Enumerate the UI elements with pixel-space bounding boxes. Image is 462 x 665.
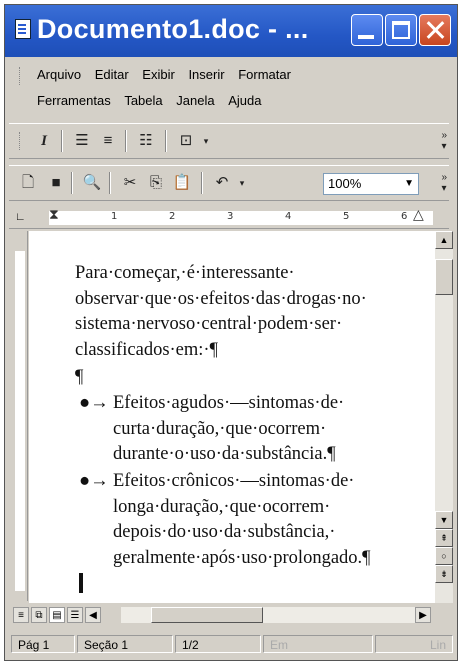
bullet-icon: ●→ bbox=[79, 393, 109, 413]
list-item-text[interactable]: Efeitos·crônicos·—sintomas·de· longa·dur… bbox=[79, 469, 435, 571]
list-item[interactable]: ●→ Efeitos·agudos·—sintomas·de· curta·du… bbox=[79, 391, 435, 468]
close-button[interactable] bbox=[419, 14, 451, 46]
zoom-value: 100% bbox=[328, 176, 362, 191]
indent-marker-icon[interactable]: ⧗ bbox=[49, 207, 59, 223]
right-indent-marker-icon[interactable]: △ bbox=[413, 207, 424, 223]
formatting-toolbar: I ☰ ≡ ☷ ⊡ ▾ » ▾ bbox=[9, 123, 449, 159]
vertical-ruler-scale[interactable] bbox=[15, 251, 25, 591]
horizontal-ruler: ∟ ⧗ 1 2 3 4 5 6 △ bbox=[9, 207, 449, 229]
new-document-icon[interactable]: 🗋 bbox=[17, 173, 39, 193]
outline-view-icon[interactable]: ☰ bbox=[67, 607, 83, 623]
standard-toolbar: 🗋 ■ 🔍 ✂ ⎘ 📋 ↶ ▾ 100% ▼ » ▾ bbox=[9, 165, 449, 201]
maximize-button[interactable] bbox=[385, 14, 417, 46]
menu-row-2: Ferramentas Tabela Janela Ajuda bbox=[37, 93, 271, 113]
borders-dropdown-icon[interactable]: ▾ bbox=[195, 131, 217, 151]
align-left-icon[interactable]: ☰ bbox=[71, 131, 93, 151]
scroll-down-icon[interactable]: ▼ bbox=[435, 511, 453, 529]
bullet-icon: ●→ bbox=[79, 471, 109, 491]
menu-editar[interactable]: Editar bbox=[95, 67, 129, 82]
menu-janela[interactable]: Janela bbox=[176, 93, 214, 108]
list-item-text[interactable]: Efeitos·agudos·—sintomas·de· curta·duraç… bbox=[79, 391, 435, 468]
italic-icon[interactable]: I bbox=[33, 131, 55, 151]
undo-icon[interactable]: ↶ bbox=[211, 173, 233, 193]
document-icon[interactable] bbox=[15, 19, 31, 39]
window-title: Documento1.doc - ... bbox=[37, 14, 309, 44]
menu-ferramentas[interactable]: Ferramentas bbox=[37, 93, 111, 108]
chevron-down-icon[interactable]: ▼ bbox=[404, 174, 414, 194]
vertical-scrollbar[interactable]: ▲ ▼ ⇞ ○ ⇟ bbox=[435, 231, 453, 603]
toolbar-separator bbox=[165, 130, 167, 152]
scroll-up-icon[interactable]: ▲ bbox=[435, 231, 453, 249]
undo-dropdown-icon[interactable]: ▾ bbox=[231, 173, 253, 193]
toolbar-grip-handle[interactable] bbox=[19, 132, 24, 150]
document-area[interactable]: Para·começar,·é·interessante· observar·q… bbox=[29, 231, 435, 603]
status-section: Seção 1 bbox=[77, 635, 173, 653]
menu-exibir[interactable]: Exibir bbox=[142, 67, 175, 82]
borders-icon[interactable]: ⊡ bbox=[175, 131, 197, 151]
ruler-mark: 1 bbox=[111, 211, 118, 222]
toolbar-separator bbox=[109, 172, 111, 194]
paragraph-text[interactable]: Para·começar,·é·interessante· observar·q… bbox=[75, 261, 435, 363]
ruler-mark: 4 bbox=[285, 211, 292, 222]
scroll-right-icon[interactable]: ▶ bbox=[415, 607, 431, 623]
print-preview-icon[interactable]: 🔍 bbox=[81, 173, 103, 193]
horizontal-scroll-thumb[interactable] bbox=[151, 607, 263, 623]
previous-page-icon[interactable]: ⇞ bbox=[435, 529, 453, 547]
web-view-icon[interactable]: ⧉ bbox=[31, 607, 47, 623]
align-right-icon[interactable]: ≡ bbox=[97, 131, 119, 151]
ruler-mark: 2 bbox=[169, 211, 176, 222]
status-line: Lin bbox=[375, 635, 453, 653]
status-position: Em bbox=[263, 635, 373, 653]
menu-bar: Arquivo Editar Exibir Inserir Formatar F… bbox=[9, 61, 449, 117]
ruler-scale[interactable]: ⧗ 1 2 3 4 5 6 △ bbox=[49, 207, 433, 225]
status-pages: 1/2 bbox=[175, 635, 261, 653]
list-item[interactable]: ●→ Efeitos·crônicos·—sintomas·de· longa·… bbox=[79, 469, 435, 571]
menu-formatar[interactable]: Formatar bbox=[238, 67, 291, 82]
save-icon[interactable]: ■ bbox=[45, 173, 67, 193]
menu-inserir[interactable]: Inserir bbox=[188, 67, 224, 82]
scroll-thumb[interactable] bbox=[435, 259, 453, 295]
menu-row-1: Arquivo Editar Exibir Inserir Formatar bbox=[37, 67, 301, 87]
ruler-mark: 5 bbox=[343, 211, 350, 222]
toolbar-separator bbox=[71, 172, 73, 194]
toolbar-options-chevron-icon[interactable]: » ▾ bbox=[441, 172, 447, 194]
paste-icon[interactable]: 📋 bbox=[171, 173, 193, 193]
minimize-button[interactable] bbox=[351, 14, 383, 46]
print-layout-icon[interactable]: ▤ bbox=[49, 607, 65, 623]
word-window: Documento1.doc - ... Arquivo Editar Exib… bbox=[4, 4, 458, 661]
horizontal-scroll-area: ≡ ⧉ ▤ ☰ ◀ ▶ bbox=[11, 605, 453, 625]
ruler-mark: 3 bbox=[227, 211, 234, 222]
next-page-icon[interactable]: ⇟ bbox=[435, 565, 453, 583]
toolbar-separator bbox=[61, 130, 63, 152]
toolbar-separator bbox=[125, 130, 127, 152]
title-bar[interactable]: Documento1.doc - ... bbox=[5, 5, 457, 57]
toolbar-separator bbox=[201, 172, 203, 194]
status-page: Pág 1 bbox=[11, 635, 75, 653]
vertical-ruler bbox=[11, 231, 28, 601]
menu-grip-handle[interactable] bbox=[19, 67, 24, 85]
ruler-mark: 6 bbox=[401, 211, 408, 222]
browse-object-icon[interactable]: ○ bbox=[435, 547, 453, 565]
text-cursor bbox=[79, 573, 83, 593]
menu-tabela[interactable]: Tabela bbox=[124, 93, 162, 108]
zoom-select[interactable]: 100% ▼ bbox=[323, 173, 419, 195]
status-bar: Pág 1 Seção 1 1/2 Em Lin bbox=[11, 633, 453, 655]
cut-icon[interactable]: ✂ bbox=[119, 173, 141, 193]
normal-view-icon[interactable]: ≡ bbox=[13, 607, 29, 623]
menu-arquivo[interactable]: Arquivo bbox=[37, 67, 81, 82]
menu-ajuda[interactable]: Ajuda bbox=[228, 93, 261, 108]
tab-selector-icon[interactable]: ∟ bbox=[15, 211, 27, 223]
bullet-list-icon[interactable]: ☷ bbox=[135, 131, 157, 151]
copy-icon[interactable]: ⎘ bbox=[145, 173, 167, 193]
scroll-left-icon[interactable]: ◀ bbox=[85, 607, 101, 623]
toolbar-options-chevron-icon[interactable]: » ▾ bbox=[441, 130, 447, 152]
empty-paragraph[interactable]: ¶ bbox=[75, 365, 83, 391]
